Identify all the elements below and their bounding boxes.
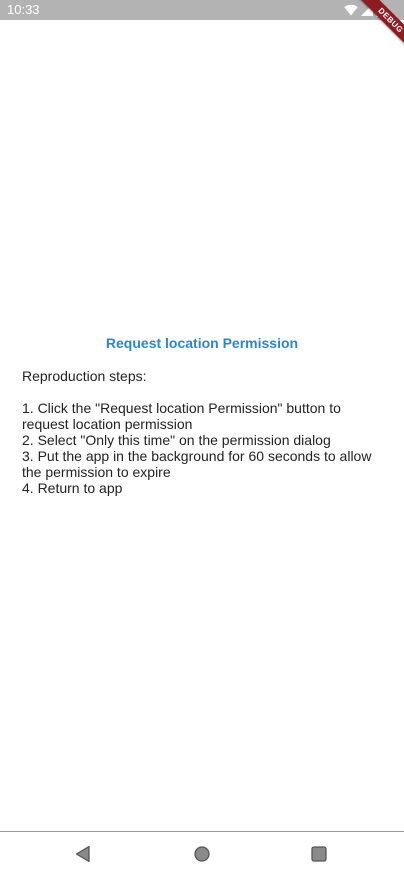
status-time: 10:33 [7,2,40,17]
reproduction-steps: Reproduction steps: 1. Click the "Reques… [22,368,384,496]
signal-icon [361,4,373,16]
request-location-permission-button[interactable]: Request location Permission [102,331,302,355]
wifi-icon [344,4,358,16]
step-1: 1. Click the "Request location Permissio… [22,400,341,432]
back-icon [75,845,90,863]
step-3: 3. Put the app in the background for 60 … [22,448,372,480]
steps-heading: Reproduction steps: [22,368,147,384]
battery-icon [376,3,384,17]
recents-icon [311,846,327,862]
recents-button[interactable] [307,842,331,866]
status-icons [344,3,384,17]
step-2: 2. Select "Only this time" on the permis… [22,432,331,448]
back-button[interactable] [71,842,95,866]
navigation-bar [0,832,404,872]
home-icon [194,846,210,862]
step-4: 4. Return to app [22,480,123,496]
status-bar: 10:33 [0,0,404,20]
home-button[interactable] [190,842,214,866]
